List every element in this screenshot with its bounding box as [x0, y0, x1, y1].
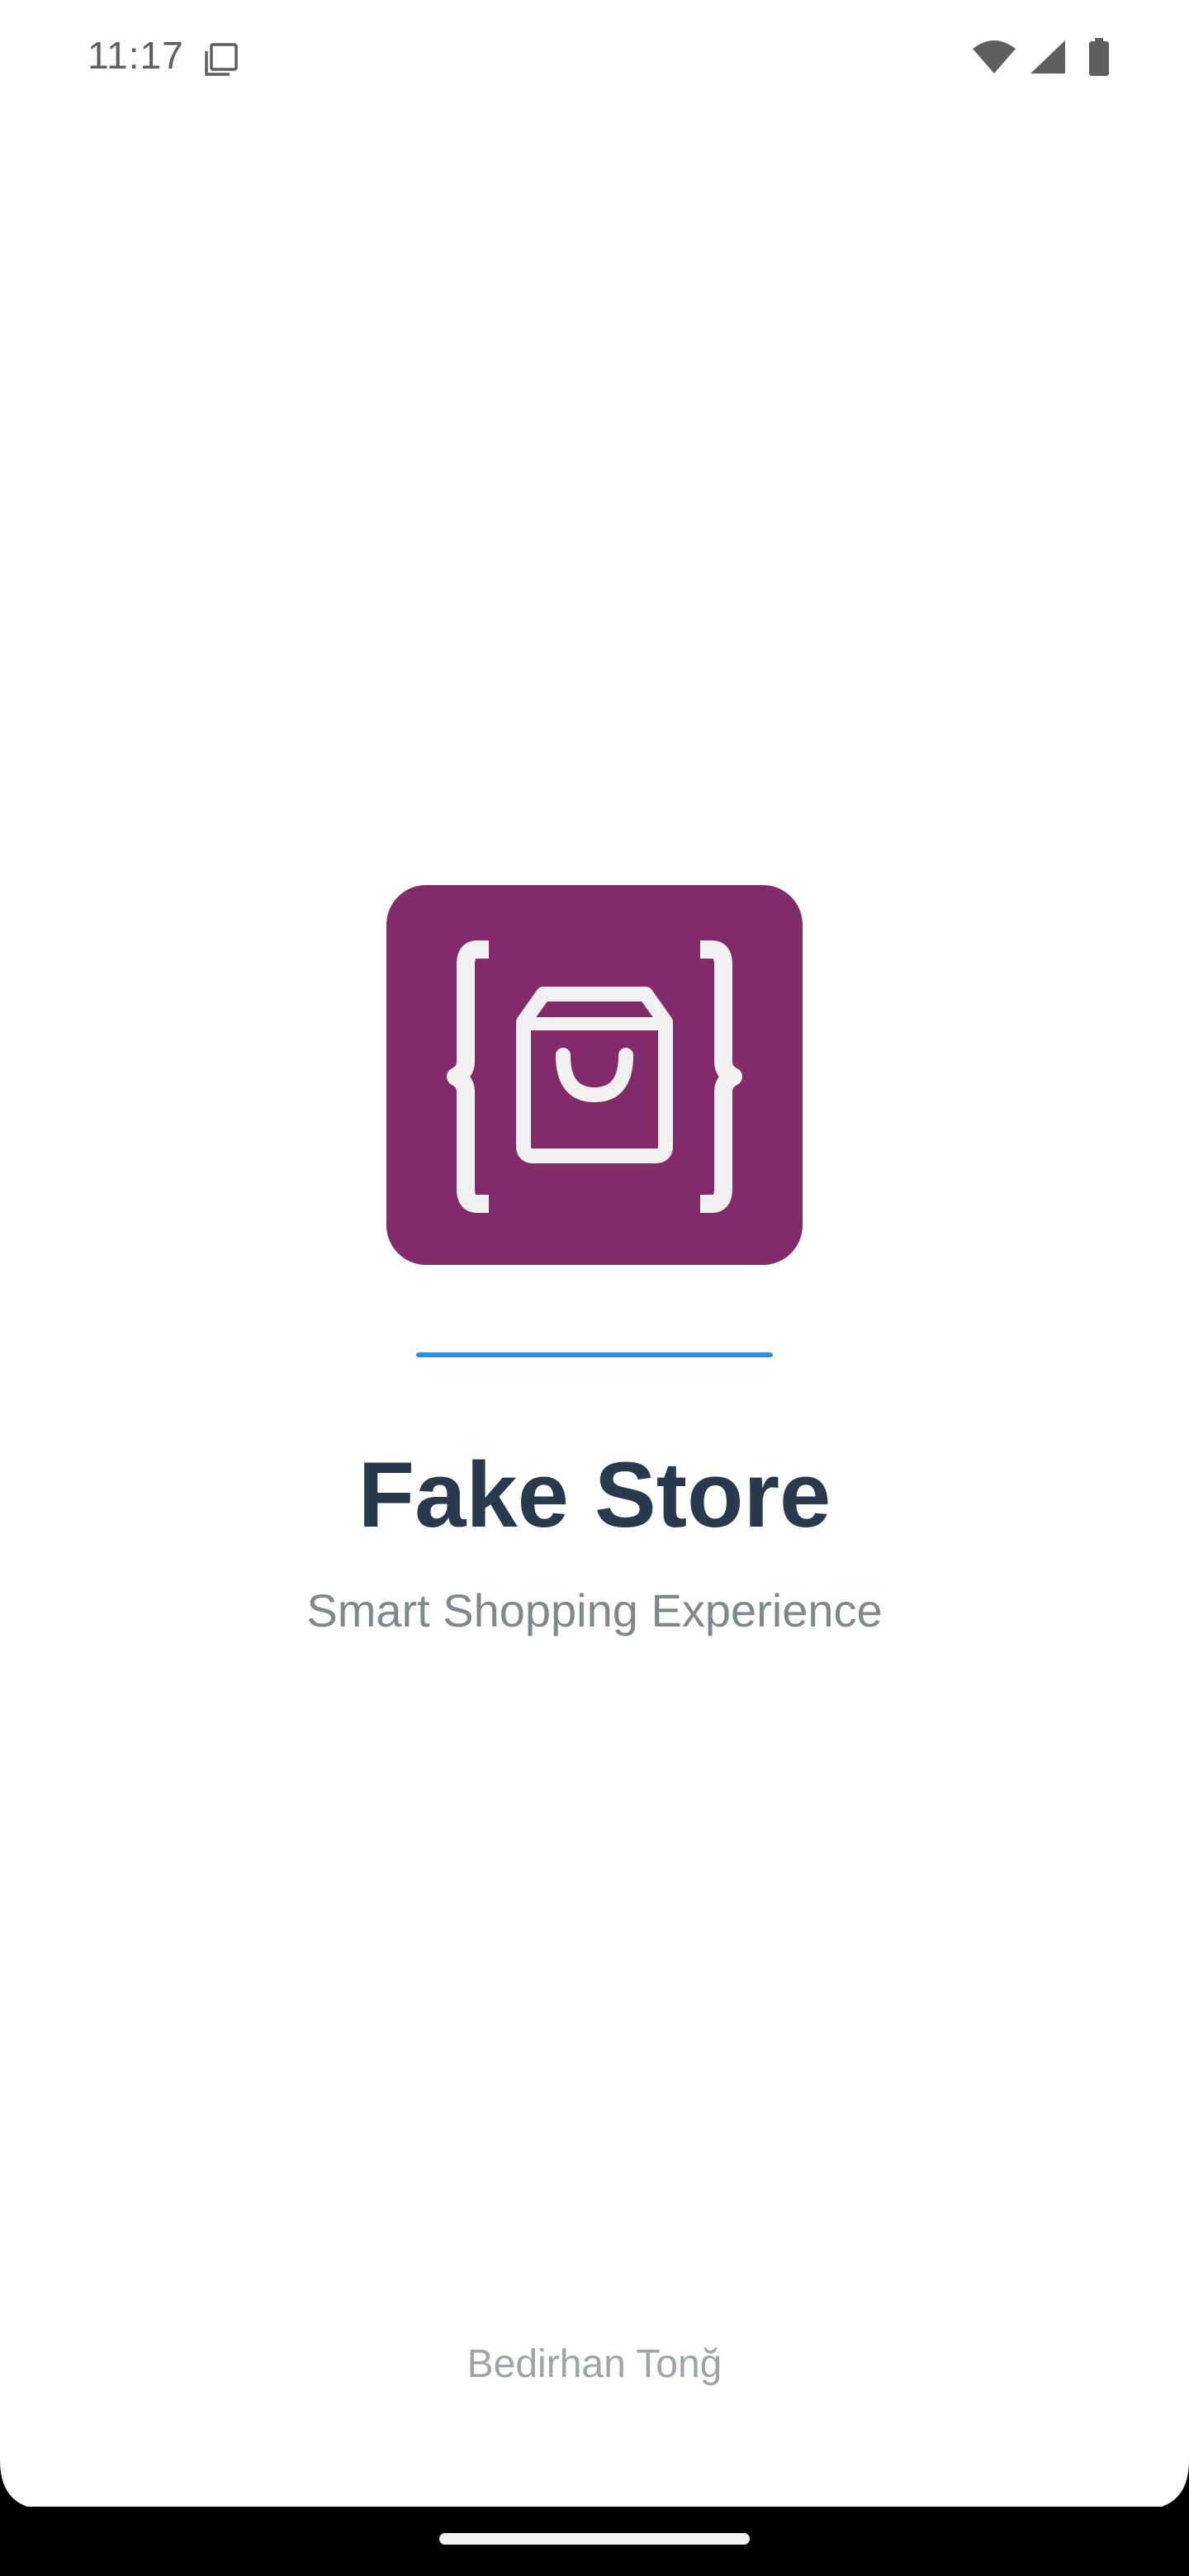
screen-corner-left: [0, 2460, 50, 2510]
home-gesture-handle[interactable]: [439, 2533, 750, 2545]
app-subtitle: Smart Shopping Experience: [306, 1584, 883, 1636]
status-icons: [971, 37, 1110, 80]
author-credit: Bedirhan Tonğ: [467, 2342, 722, 2386]
battery-icon: [1088, 37, 1110, 80]
cellular-signal-icon: [1029, 39, 1067, 79]
status-bar: 11:17: [0, 0, 1189, 116]
shopping-bag-icon: [447, 940, 742, 1213]
app-logo: [386, 885, 803, 1265]
accent-divider: [416, 1352, 773, 1357]
status-time: 11:17: [88, 34, 184, 77]
splash-screen: 11:17 Fake Store Smart Shopping Experien…: [0, 0, 1189, 2576]
screen-corner-right: [1139, 2460, 1189, 2510]
notification-icon: [203, 41, 239, 78]
app-title: Fake Store: [358, 1443, 831, 1546]
wifi-icon: [971, 39, 1017, 79]
